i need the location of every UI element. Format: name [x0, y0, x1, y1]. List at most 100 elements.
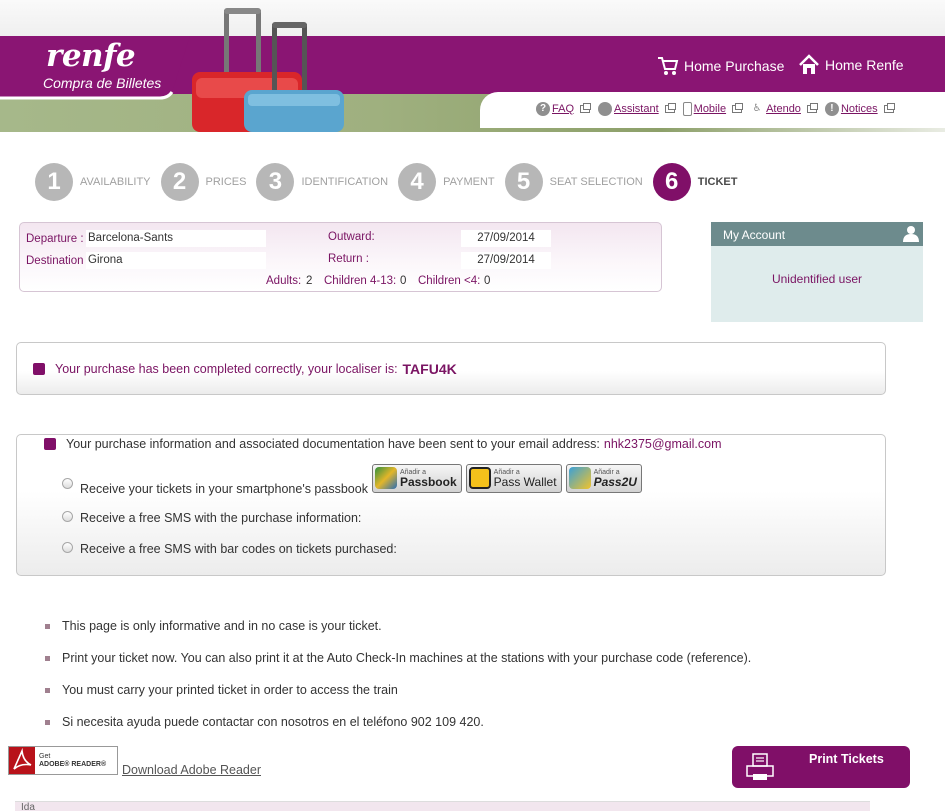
renfe-logo[interactable]: renfe [46, 38, 136, 74]
step-identification: 3 IDENTIFICATION [256, 163, 388, 201]
step-number: 6 [652, 163, 691, 201]
list-item: Si necesita ayuda puede contactar con no… [45, 706, 751, 738]
download-adobe-reader-link[interactable]: Download Adobe Reader [122, 763, 261, 777]
passbook-radio[interactable] [62, 477, 73, 489]
home-renfe-label: Home Renfe [825, 57, 904, 73]
add-to-pass-wallet-button[interactable]: Añadir a Pass Wallet [465, 463, 562, 493]
help-icon: ? [536, 102, 550, 116]
page: renfe Compra de Billetes Home Purchase H… [0, 0, 945, 811]
get-adobe-reader-badge[interactable]: Get ADOBE® READER® [8, 746, 118, 775]
progress-steps: 1 AVAILABILITY 2 PRICES 3 IDENTIFICATION… [35, 163, 747, 201]
print-tickets-button[interactable]: Print Tickets [732, 746, 910, 788]
adults-value: 2 [306, 275, 313, 287]
bullet-icon [45, 655, 50, 661]
bullet-icon [45, 687, 50, 693]
passbook-option-label: Receive your tickets in your smartphone'… [80, 482, 368, 496]
step-label: PRICES [205, 176, 247, 188]
pass2u-icon [568, 467, 591, 489]
departure-value: Barcelona-Sants [86, 230, 266, 247]
list-item: This page is only informative and in no … [45, 610, 751, 642]
children-label: Children 4-13: [324, 275, 397, 287]
adobe-get-text: Get [39, 752, 51, 760]
home-purchase-label: Home Purchase [684, 58, 785, 74]
step-availability: 1 AVAILABILITY [35, 163, 151, 201]
notices-link[interactable]: Notices [841, 103, 878, 115]
header-top-strip [0, 0, 945, 36]
departure-label: Departure : [26, 233, 84, 245]
assistant-link[interactable]: Assistant [614, 103, 659, 115]
chat-icon [598, 102, 613, 116]
logo-subtitle: Compra de Billetes [43, 75, 162, 91]
sms-barcode-radio[interactable] [62, 541, 73, 553]
home-renfe-link[interactable]: Home Renfe [798, 54, 904, 76]
step-label: IDENTIFICATION [301, 176, 389, 188]
outward-label: Outward: [328, 231, 375, 243]
bullet-square-icon [33, 363, 45, 375]
my-account-title: My Account [723, 228, 786, 242]
ida-section-header: Ida [15, 801, 870, 811]
pass-wallet-icon [468, 467, 491, 489]
destination-label: Destination [26, 255, 84, 267]
list-item: You must carry your printed ticket in or… [45, 674, 751, 706]
step-label: TICKET [697, 176, 738, 188]
destination-value: Girona [86, 252, 266, 269]
step-number: 3 [256, 163, 295, 201]
note-text: Si necesita ayuda puede contactar con no… [62, 715, 484, 729]
sms-info-radio[interactable] [62, 510, 73, 522]
email-sent-message: Your purchase information and associated… [44, 437, 722, 451]
badge-big-text: Passbook [399, 474, 457, 489]
confirmation-box: Your purchase has been completed correct… [16, 342, 886, 395]
badge-big-text: Pass2U [593, 474, 637, 489]
faq-link[interactable]: FAQ [552, 103, 574, 115]
note-text: This page is only informative and in no … [62, 619, 382, 633]
confirmation-text: Your purchase has been completed correct… [55, 362, 398, 376]
bullet-square-icon [44, 438, 56, 450]
cart-icon [658, 57, 679, 75]
sms-info-label: Receive a free SMS with the purchase inf… [80, 511, 362, 525]
infants-value: 0 [484, 275, 491, 287]
step-label: PAYMENT [443, 176, 495, 188]
adults-label: Adults: [266, 275, 302, 287]
children-value: 0 [400, 275, 407, 287]
home-purchase-link[interactable]: Home Purchase [657, 56, 784, 76]
mobile-link[interactable]: Mobile [694, 103, 726, 115]
outward-date: 27/09/2014 [461, 230, 551, 247]
return-date: 27/09/2014 [461, 252, 551, 269]
email-sent-text: Your purchase information and associated… [66, 437, 600, 451]
user-icon [903, 226, 919, 242]
step-number: 5 [504, 163, 543, 201]
step-number: 1 [35, 163, 73, 201]
new-window-icon [580, 103, 592, 113]
step-ticket: 6 TICKET [652, 163, 738, 201]
account-user-status: Unidentified user [771, 272, 863, 286]
passbook-icon [374, 467, 397, 489]
localiser-code: TAFU4K [402, 361, 457, 377]
add-to-pass2u-button[interactable]: Añadir a Pass2U [565, 463, 642, 493]
bullet-icon [45, 719, 50, 725]
new-window-icon [664, 103, 676, 113]
step-number: 4 [398, 163, 437, 201]
header: renfe Compra de Billetes Home Purchase H… [0, 0, 945, 133]
blue-suitcase-image [244, 22, 344, 132]
sms-info-option: Receive a free SMS with the purchase inf… [62, 507, 361, 525]
add-to-passbook-button[interactable]: Añadir a Passbook [371, 463, 462, 493]
mobile-icon [682, 102, 692, 116]
step-label: AVAILABILITY [80, 176, 151, 188]
email-address: nhk2375@gmail.com [603, 437, 722, 451]
bullet-icon [45, 623, 50, 629]
new-window-icon [883, 103, 895, 113]
journey-summary: Departure : Barcelona-Sants Destination … [19, 222, 662, 292]
alert-icon: ! [824, 102, 839, 116]
infants-label: Children <4: [418, 275, 481, 287]
list-item: Print your ticket now. You can also prin… [45, 642, 751, 674]
sms-barcode-option: Receive a free SMS with bar codes on tic… [62, 538, 397, 556]
atendo-link[interactable]: Atendo [766, 103, 801, 115]
accessibility-icon: ♿ [750, 102, 765, 116]
step-payment: 4 PAYMENT [398, 163, 495, 201]
print-tickets-label: Print Tickets [809, 752, 884, 766]
my-account-header[interactable]: My Account [711, 222, 923, 246]
my-account-panel: My Account Unidentified user [711, 222, 923, 322]
printer-icon [746, 753, 774, 780]
adobe-reader-text: ADOBE® READER® [39, 760, 107, 768]
step-label: SEAT SELECTION [549, 176, 643, 188]
